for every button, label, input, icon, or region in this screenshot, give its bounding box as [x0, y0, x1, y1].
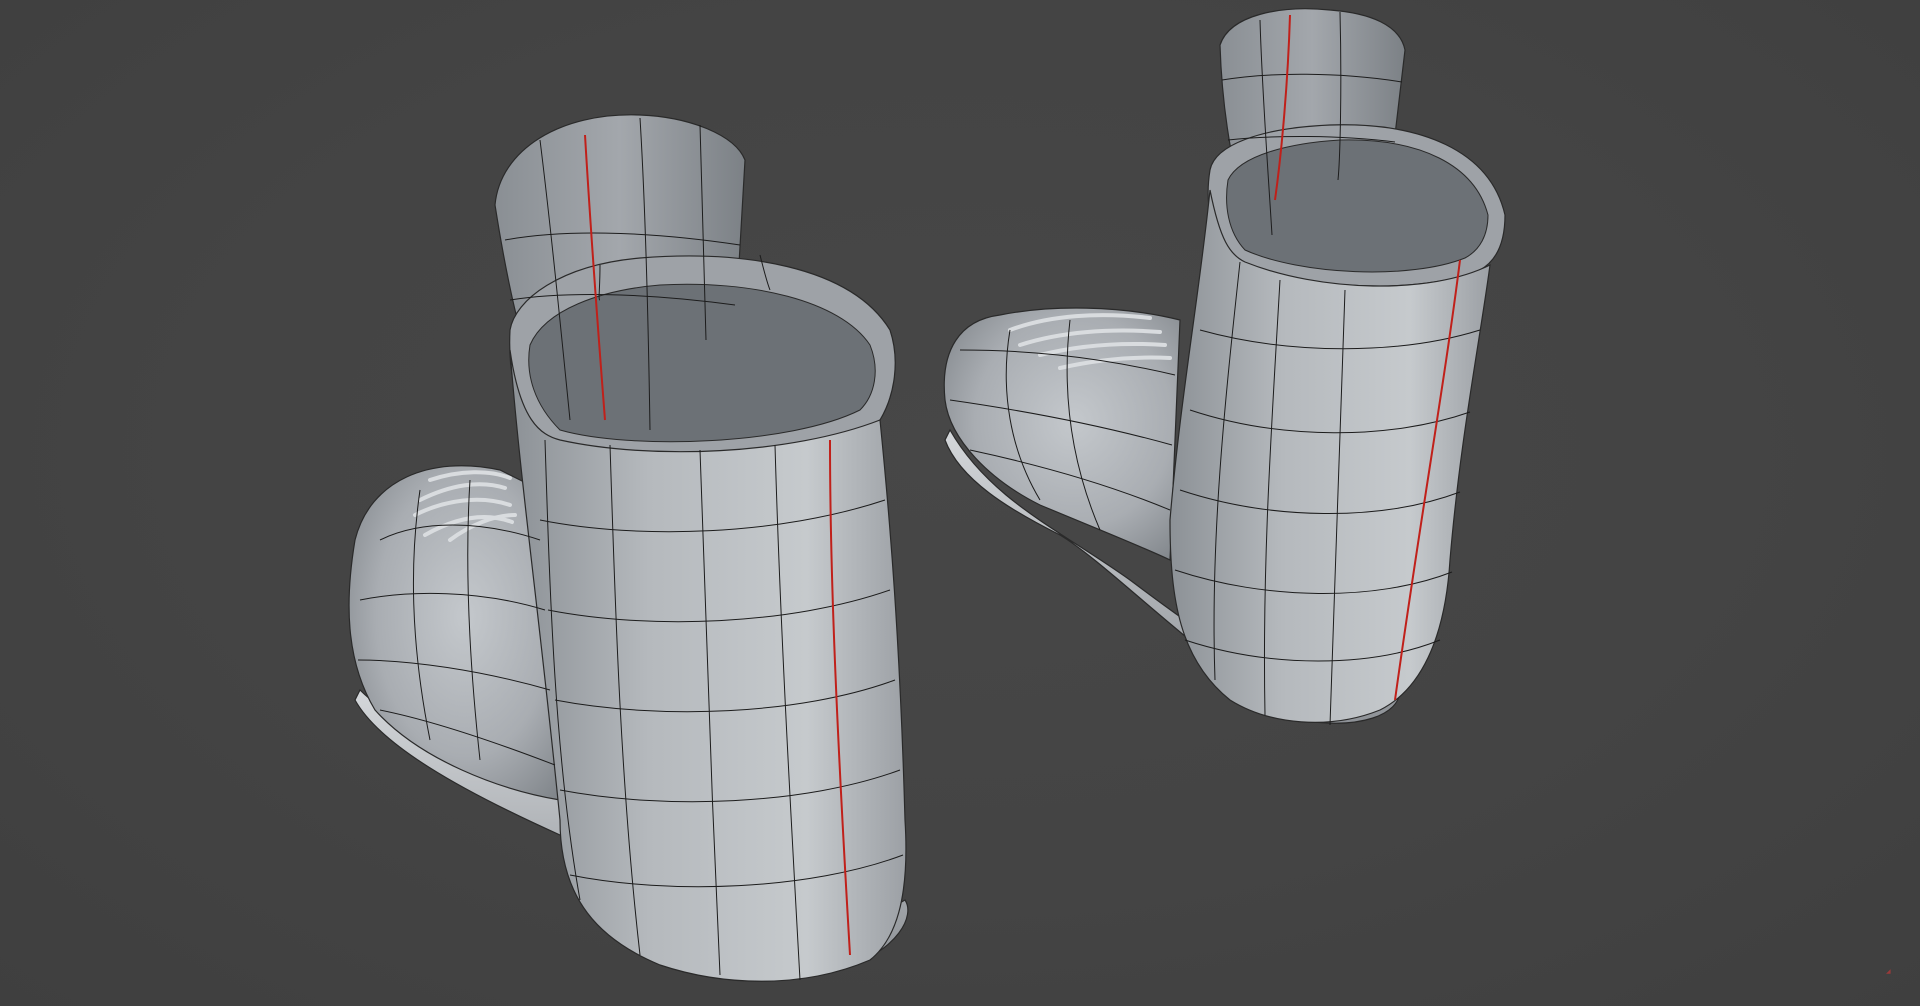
axis-gizmo-icon: ◢: [1886, 969, 1891, 975]
boot-left-mesh[interactable]: [348, 114, 909, 982]
viewport-render[interactable]: [0, 0, 1920, 1006]
3d-viewport[interactable]: ◢: [0, 0, 1920, 1006]
boot-right-mesh[interactable]: [943, 8, 1506, 726]
